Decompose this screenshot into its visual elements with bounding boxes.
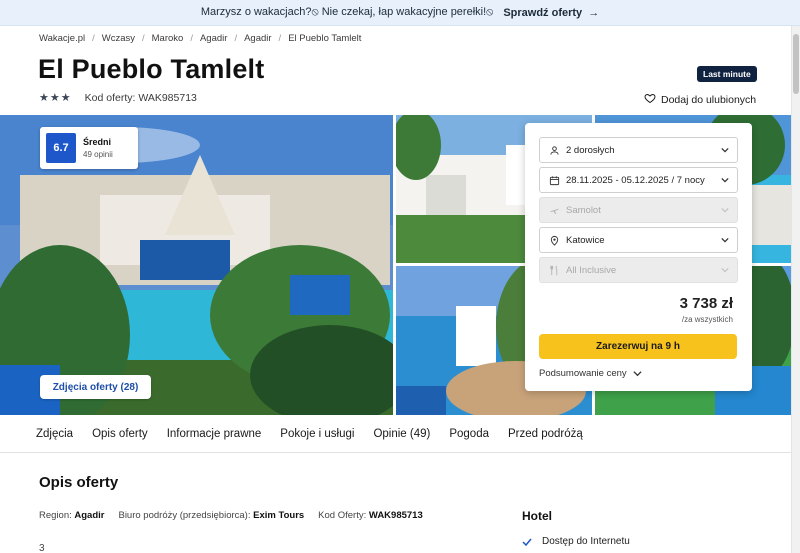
tab-offer-description[interactable]: Opis oferty bbox=[92, 428, 148, 440]
feature-label: Dostęp do Internetu bbox=[542, 536, 630, 547]
checkmark-icon bbox=[522, 538, 532, 546]
breadcrumb-item[interactable]: Agadir bbox=[244, 33, 271, 44]
promo-text: Marzysz o wakacjach?⦸ Nie czekaj, łap wa… bbox=[200, 6, 494, 18]
operator-info: Biuro podróży (przedsiębiorca): Exim Tou… bbox=[118, 510, 305, 521]
chevron-down-icon bbox=[721, 267, 729, 273]
tab-before-travel[interactable]: Przed podróżą bbox=[508, 428, 583, 440]
calendar-icon bbox=[548, 174, 560, 186]
hotel-feature-item: Dostęp do Internetu bbox=[522, 536, 630, 547]
location-pin-icon bbox=[548, 234, 560, 246]
chevron-down-icon bbox=[721, 237, 729, 243]
chevron-down-icon bbox=[633, 371, 642, 377]
description-text: 3 bbox=[39, 543, 45, 553]
dates-value: 28.11.2025 - 05.12.2025 / 7 nocy bbox=[566, 174, 705, 186]
star-icon: ★ bbox=[49, 92, 60, 104]
breadcrumb-item[interactable]: Wczasy bbox=[102, 33, 135, 44]
offer-photos-button[interactable]: Zdjęcia oferty (28) bbox=[40, 375, 151, 399]
hotel-stars: ★ ★ ★ bbox=[39, 91, 71, 104]
person-icon bbox=[548, 144, 560, 156]
travelers-value: 2 dorosłych bbox=[566, 144, 615, 156]
booking-panel: 2 dorosłych 28.11.2025 - 05.12.2025 / 7 … bbox=[525, 123, 752, 391]
tab-legal-info[interactable]: Informacje prawne bbox=[167, 428, 262, 440]
promo-cta-link[interactable]: Sprawdź oferty bbox=[503, 7, 582, 19]
price-summary-toggle[interactable]: Podsumowanie ceny bbox=[539, 368, 642, 379]
review-score: 6.7 bbox=[46, 133, 76, 163]
breadcrumb: Wakacje.pl / Wczasy / Maroko / Agadir / Agad… bbox=[39, 33, 362, 44]
plane-icon bbox=[548, 204, 560, 216]
hotel-meta-row: ★ ★ ★ Kod oferty: WAK985713 bbox=[39, 91, 197, 105]
add-to-favorites-label: Dodaj do ulubionych bbox=[661, 93, 757, 106]
section-tabs: Zdjęcia Opis oferty Informacje prawne Po… bbox=[0, 415, 791, 453]
cutlery-icon bbox=[548, 264, 560, 276]
hotel-title: El Pueblo Tamlelt bbox=[38, 54, 265, 84]
star-icon: ★ bbox=[60, 92, 71, 104]
chevron-down-icon bbox=[721, 177, 729, 183]
review-score-card[interactable]: 6.7 Średni 49 opinii bbox=[40, 127, 138, 169]
tab-photos[interactable]: Zdjęcia bbox=[36, 428, 73, 440]
last-minute-badge: Last minute bbox=[697, 66, 757, 82]
board-select[interactable]: All Inclusive bbox=[539, 257, 738, 283]
chevron-down-icon bbox=[721, 207, 729, 213]
add-to-favorites-button[interactable]: Dodaj do ulubionych bbox=[644, 92, 756, 107]
breadcrumb-item[interactable]: Agadir bbox=[200, 33, 227, 44]
transport-value: Samolot bbox=[566, 204, 601, 216]
price-note: /za wszystkich bbox=[681, 315, 733, 324]
departure-select[interactable]: Katowice bbox=[539, 227, 738, 253]
star-icon: ★ bbox=[39, 92, 49, 104]
breadcrumb-current: El Pueblo Tamlelt bbox=[288, 33, 362, 44]
tab-rooms-services[interactable]: Pokoje i usługi bbox=[280, 428, 354, 440]
promo-bar[interactable]: Marzysz o wakacjach?⦸ Nie czekaj, łap wa… bbox=[0, 0, 800, 26]
book-button[interactable]: Zarezerwuj na 9 h bbox=[539, 334, 737, 359]
price-summary-label: Podsumowanie ceny bbox=[539, 368, 627, 379]
section-title: Opis oferty bbox=[39, 474, 119, 491]
chevron-down-icon bbox=[721, 147, 729, 153]
page-scrollbar[interactable] bbox=[791, 26, 800, 553]
arrow-right-icon: → bbox=[588, 6, 600, 19]
total-price: 3 738 zł bbox=[679, 295, 733, 312]
review-score-label: Średni bbox=[83, 137, 112, 147]
offer-meta: Region: Agadir Biuro podróży (przedsiębi… bbox=[39, 510, 423, 521]
breadcrumb-item[interactable]: Wakacje.pl bbox=[39, 33, 85, 44]
offer-code-info: Kod Oferty: WAK985713 bbox=[318, 510, 423, 521]
offer-code: Kod oferty: WAK985713 bbox=[84, 91, 197, 104]
tab-weather[interactable]: Pogoda bbox=[449, 428, 489, 440]
review-count: 49 opinii bbox=[83, 150, 113, 159]
travelers-select[interactable]: 2 dorosłych bbox=[539, 137, 738, 163]
breadcrumb-item[interactable]: Maroko bbox=[152, 33, 184, 44]
tab-reviews[interactable]: Opinie (49) bbox=[373, 428, 430, 440]
dates-select[interactable]: 28.11.2025 - 05.12.2025 / 7 nocy bbox=[539, 167, 738, 193]
hotel-section-title: Hotel bbox=[522, 509, 552, 523]
transport-select[interactable]: Samolot bbox=[539, 197, 738, 223]
heart-icon bbox=[644, 92, 656, 107]
scrollbar-thumb[interactable] bbox=[793, 34, 799, 94]
departure-value: Katowice bbox=[566, 234, 605, 246]
board-value: All Inclusive bbox=[566, 264, 617, 276]
region-info: Region: Agadir bbox=[39, 510, 105, 521]
